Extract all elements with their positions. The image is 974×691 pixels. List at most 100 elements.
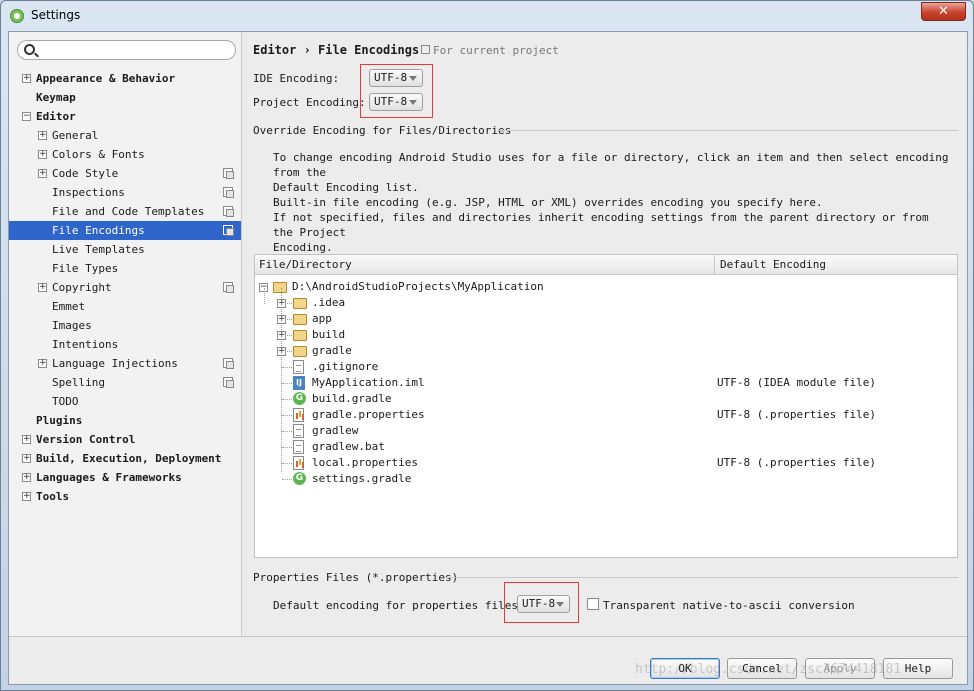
tree-item[interactable]: Emmet (9, 297, 241, 316)
tree-item[interactable]: File and Code Templates (9, 202, 241, 221)
table-row[interactable]: + build (255, 327, 957, 343)
help-button[interactable]: Help (883, 658, 953, 679)
table-row[interactable]: gradlew.bat (255, 439, 957, 455)
title-bar: Settings ✕ (1, 1, 973, 31)
tree-item[interactable]: + Code Style (9, 164, 241, 183)
file-name: build (312, 328, 346, 341)
expand-icon[interactable]: + (22, 435, 31, 444)
module-file-icon: IJ (293, 376, 305, 390)
tree-item[interactable]: Spelling (9, 373, 241, 392)
expand-icon[interactable]: + (277, 347, 286, 356)
override-help-text-1: To change encoding Android Studio uses f… (273, 150, 953, 195)
file-icon (293, 360, 304, 374)
file-name: gradlew.bat (312, 440, 385, 453)
ok-button[interactable]: OK (650, 658, 720, 679)
tree-item[interactable]: + Colors & Fonts (9, 145, 241, 164)
tree-item[interactable]: TODO (9, 392, 241, 411)
project-scope-icon (223, 168, 234, 179)
tree-item[interactable]: Live Templates (9, 240, 241, 259)
file-encoding-table[interactable]: File/Directory Default Encoding − D:\Andr… (254, 254, 958, 558)
project-scope-icon (223, 358, 234, 369)
tree-item-label: Spelling (52, 376, 105, 389)
expand-icon[interactable]: + (38, 150, 47, 159)
tree-item[interactable]: Keymap (9, 88, 241, 107)
table-row[interactable]: gradle.properties UTF-8 (.properties file… (255, 407, 957, 423)
table-row[interactable]: + app (255, 311, 957, 327)
search-input[interactable] (40, 42, 230, 58)
tree-item[interactable]: + Tools (9, 487, 241, 506)
project-encoding-value: UTF-8 (374, 95, 408, 108)
tree-item[interactable]: File Types (9, 259, 241, 278)
file-name: D:\AndroidStudioProjects\MyApplication (292, 280, 544, 293)
tree-item-label: Plugins (36, 414, 83, 427)
column-separator[interactable] (714, 255, 715, 275)
close-button[interactable]: ✕ (921, 2, 966, 21)
expand-icon[interactable]: + (22, 473, 31, 482)
expand-icon[interactable]: + (38, 283, 47, 292)
expand-icon[interactable]: + (22, 454, 31, 463)
tree-item[interactable]: + Appearance & Behavior (9, 69, 241, 88)
table-row[interactable]: .gitignore (255, 359, 957, 375)
tree-item[interactable]: + Languages & Frameworks (9, 468, 241, 487)
table-row[interactable]: IJ MyApplication.iml UTF-8 (IDEA module fi… (255, 375, 957, 391)
tree-item[interactable]: File Encodings (9, 221, 241, 240)
tree-item[interactable]: + Copyright (9, 278, 241, 297)
file-encoding: UTF-8 (.properties file) (717, 408, 876, 421)
tree-item-label: Tools (36, 490, 70, 503)
project-encoding-select[interactable]: UTF-8 (369, 93, 423, 111)
tree-guide-line (282, 447, 292, 448)
file-encodings-panel: Editor › File Encodings For current proj… (243, 32, 968, 636)
table-row[interactable]: − D:\AndroidStudioProjects\MyApplication (255, 279, 957, 295)
table-row[interactable]: + gradle (255, 343, 957, 359)
properties-encoding-select[interactable]: UTF-8 (517, 595, 570, 613)
expand-icon[interactable]: + (22, 492, 31, 501)
ide-encoding-label: IDE Encoding: (253, 72, 340, 85)
tree-item-label: Emmet (52, 300, 86, 313)
ide-encoding-select[interactable]: UTF-8 (369, 69, 423, 87)
table-row[interactable]: local.properties UTF-8 (.properties file) (255, 455, 957, 471)
expand-icon[interactable]: + (38, 169, 47, 178)
expand-icon[interactable]: + (277, 315, 286, 324)
properties-encoding-value: UTF-8 (522, 597, 556, 610)
apply-button[interactable]: Apply (805, 658, 875, 679)
tree-item[interactable]: Plugins (9, 411, 241, 430)
tree-guide-line (282, 415, 292, 416)
tree-item-label: File and Code Templates (52, 205, 205, 218)
tree-item[interactable]: + Language Injections (9, 354, 241, 373)
collapse-icon[interactable]: − (22, 112, 31, 121)
tree-item[interactable]: Intentions (9, 335, 241, 354)
tree-item[interactable]: + Version Control (9, 430, 241, 449)
table-row[interactable]: Gsettings.gradle (255, 471, 957, 487)
tree-item[interactable]: Images (9, 316, 241, 335)
android-studio-icon (10, 9, 24, 23)
expand-icon[interactable]: + (38, 359, 47, 368)
expand-icon[interactable]: + (38, 131, 47, 140)
breadcrumb: Editor › File Encodings (253, 43, 420, 57)
table-row[interactable]: Gbuild.gradle (255, 391, 957, 407)
file-name: .idea (312, 296, 346, 309)
override-help-text-2: Built-in file encoding (e.g. JSP, HTML o… (273, 195, 953, 255)
table-row[interactable]: gradlew (255, 423, 957, 439)
chevron-down-icon (556, 602, 564, 607)
tree-item[interactable]: + Build, Execution, Deployment (9, 449, 241, 468)
file-name: .gitignore (312, 360, 379, 373)
divider (499, 130, 958, 131)
tree-item-label: Keymap (36, 91, 76, 104)
file-icon (293, 440, 304, 454)
column-header-encoding[interactable]: Default Encoding (720, 258, 826, 271)
tree-item[interactable]: − Editor (9, 107, 241, 126)
transparent-conversion-checkbox[interactable] (587, 598, 599, 610)
tree-item[interactable]: Inspections (9, 183, 241, 202)
table-row[interactable]: + .idea (255, 295, 957, 311)
tree-item[interactable]: + General (9, 126, 241, 145)
search-icon (24, 44, 35, 55)
divider (445, 577, 958, 578)
expand-icon[interactable]: + (277, 331, 286, 340)
chevron-down-icon (409, 100, 417, 105)
project-scope-icon (223, 187, 234, 198)
expand-icon[interactable]: + (22, 74, 31, 83)
search-field[interactable] (17, 40, 236, 60)
column-header-file[interactable]: File/Directory (259, 258, 352, 271)
cancel-button[interactable]: Cancel (727, 658, 797, 679)
expand-icon[interactable]: + (277, 299, 286, 308)
